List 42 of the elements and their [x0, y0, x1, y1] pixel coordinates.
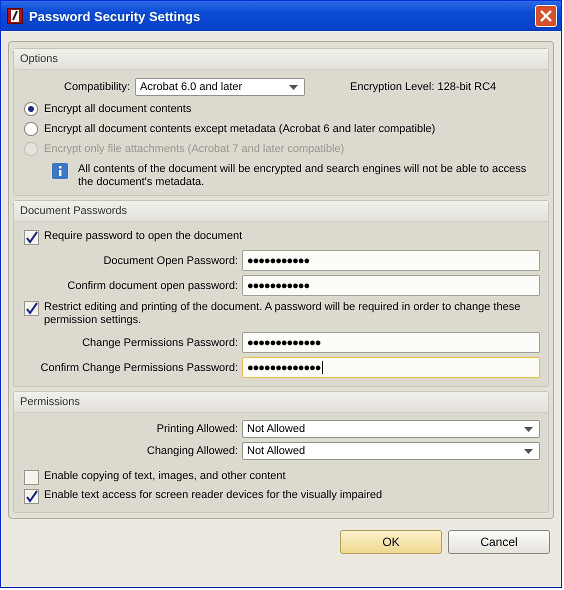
group-heading: Document Passwords [14, 201, 548, 222]
password-field[interactable]: ●●●●●●●●●●●●● [242, 332, 540, 353]
checkbox[interactable] [24, 230, 39, 245]
group-heading: Options [14, 49, 548, 70]
field-label: Printing Allowed: [156, 423, 238, 435]
checkbox-label: Enable copying of text, images, and other content [44, 470, 286, 483]
field-label: Changing Allowed: [146, 445, 238, 457]
field-label: Document Open Password: [103, 254, 238, 266]
radio-button[interactable] [24, 102, 38, 116]
close-icon [540, 10, 552, 22]
group-heading: Permissions [14, 392, 548, 413]
radio-label: Encrypt all document contents [44, 103, 192, 115]
dropdown[interactable]: Not Allowed [242, 420, 540, 438]
caret-icon [524, 426, 533, 432]
caret-icon [289, 84, 298, 90]
checkbox[interactable] [24, 470, 39, 485]
field-label: Change Permissions Password: [82, 336, 238, 348]
encryption-level: Encryption Level: 128-bit RC4 [350, 81, 496, 93]
field-label: Confirm document open password: [67, 280, 238, 292]
checkbox[interactable] [24, 489, 39, 504]
dropdown[interactable]: Acrobat 6.0 and later [135, 78, 306, 96]
ok-button[interactable]: OK [340, 530, 442, 554]
info-message: All contents of the document will be encrypted and search engines will not be able to access the document's metadata. [78, 163, 528, 189]
cancel-button[interactable]: Cancel [448, 530, 550, 554]
dropdown[interactable]: Not Allowed [242, 442, 540, 460]
window-title: Password Security Settings [29, 8, 202, 24]
checkbox[interactable] [24, 301, 39, 316]
caret-icon [524, 448, 533, 454]
password-field[interactable]: ●●●●●●●●●●●●● [242, 357, 540, 378]
password-field[interactable]: ●●●●●●●●●●● [242, 250, 540, 271]
password-field[interactable]: ●●●●●●●●●●● [242, 275, 540, 296]
radio-label: Encrypt all document contents except metadata (Acrobat 6 and later compatible) [44, 123, 436, 135]
checkbox-label: Restrict editing and printing of the document. A password will be required in order to change these permission settings. [44, 301, 522, 327]
close-button[interactable] [535, 5, 557, 27]
field-label: Confirm Change Permissions Password: [40, 362, 238, 374]
info-icon [52, 163, 68, 179]
pen-icon [7, 8, 23, 24]
checkbox-label: Require password to open the document [44, 230, 242, 243]
radio-label: Encrypt only file attachments (Acrobat 7 and later compatible) [44, 143, 344, 155]
field-label: Compatibility: [64, 81, 130, 93]
radio-button[interactable] [24, 122, 38, 136]
checkbox-label: Enable text access for screen reader devices for the visually impaired [44, 489, 382, 502]
